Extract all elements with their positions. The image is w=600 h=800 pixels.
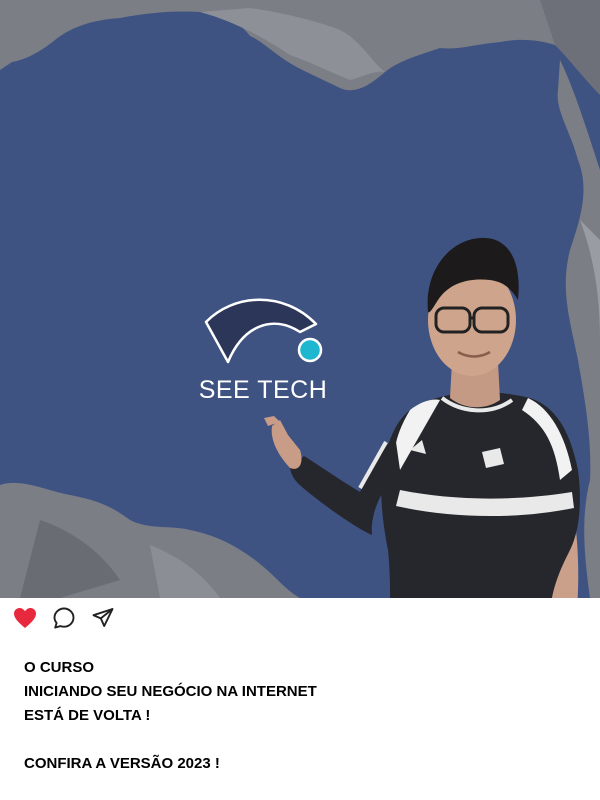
- presenter-figure: [264, 237, 580, 598]
- instagram-post: SEE TECH O CURSO INICIANDO SEU NEGÓCIO N…: [0, 0, 600, 800]
- caption-line-3: ESTÁ DE VOLTA !: [24, 707, 151, 724]
- heart-icon: [14, 608, 36, 628]
- caption-line-2: INICIANDO SEU NEGÓCIO NA INTERNET: [24, 683, 317, 700]
- share-button[interactable]: [90, 605, 116, 631]
- comment-button[interactable]: [51, 605, 77, 631]
- post-image[interactable]: SEE TECH: [0, 0, 600, 598]
- action-bar: [12, 604, 116, 632]
- comment-icon: [53, 607, 75, 629]
- like-button[interactable]: [12, 605, 38, 631]
- caption-line-4: CONFIRA A VERSÃO 2023 !: [24, 755, 220, 772]
- post-caption: O CURSO INICIANDO SEU NEGÓCIO NA INTERNE…: [24, 656, 394, 776]
- send-icon: [92, 608, 114, 627]
- caption-line-1: O CURSO: [24, 659, 95, 676]
